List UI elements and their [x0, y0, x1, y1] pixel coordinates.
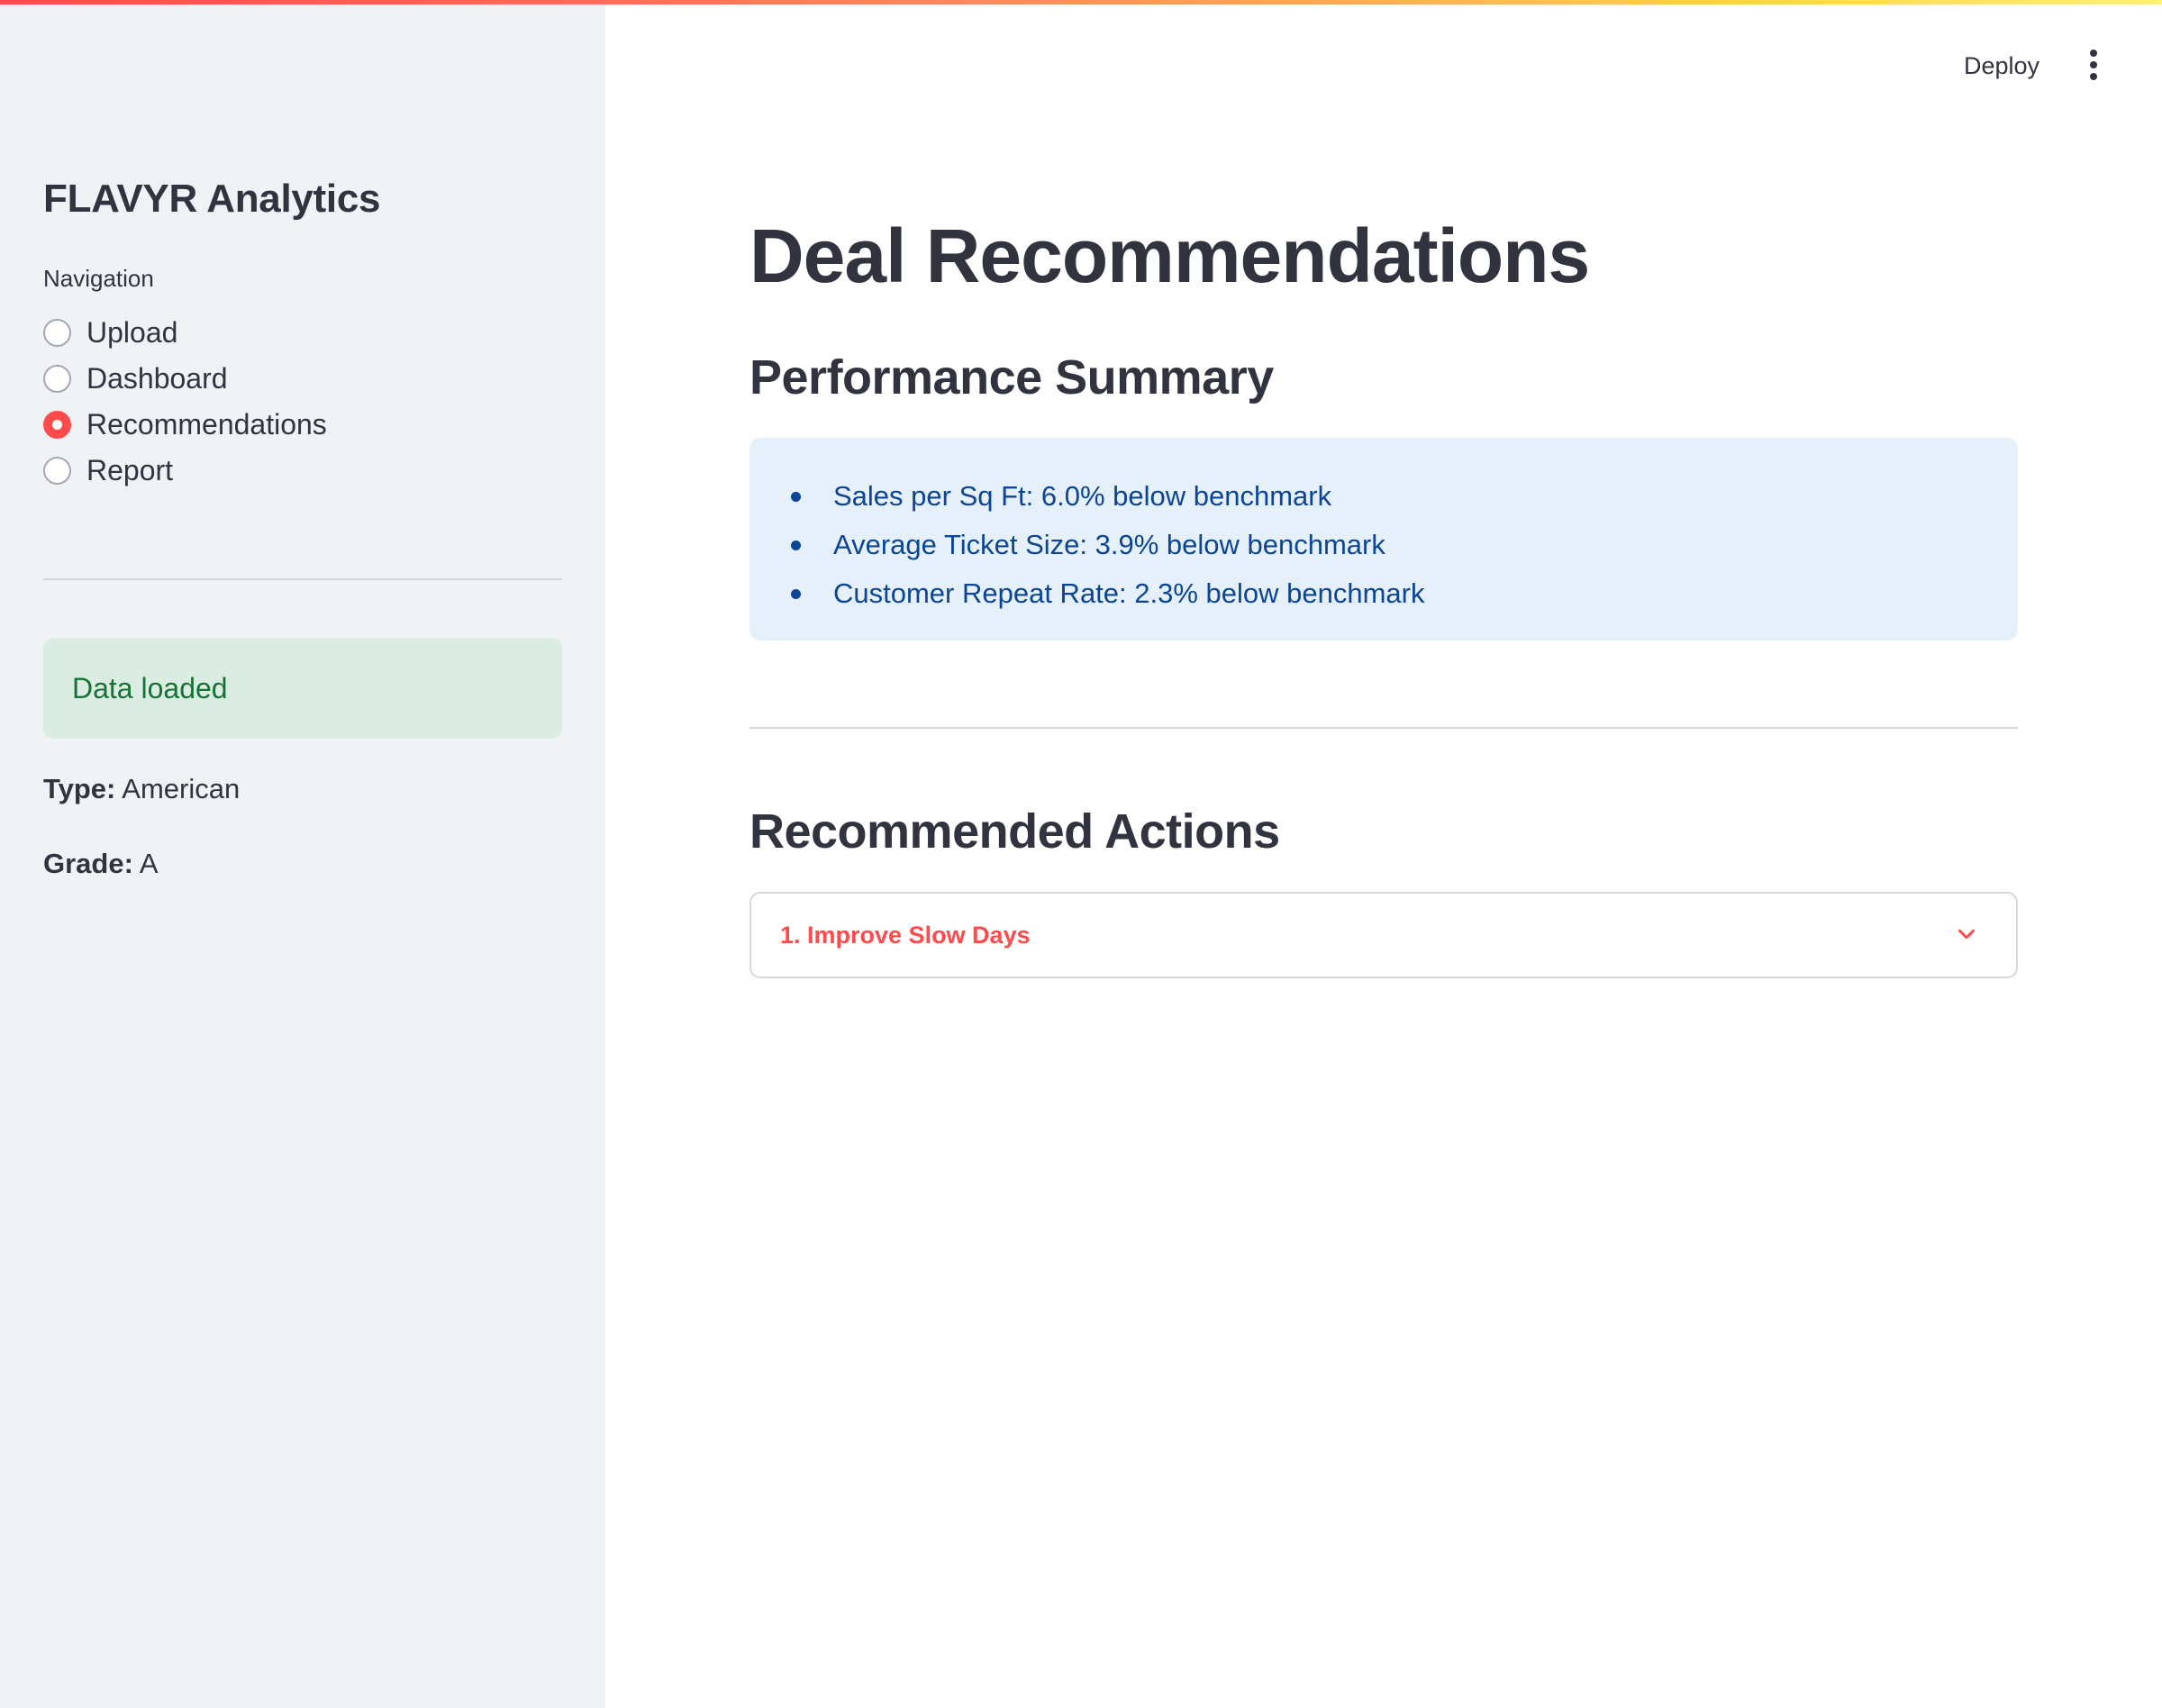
navigation-label: Navigation: [43, 265, 154, 292]
nav-item-label: Recommendations: [86, 408, 327, 441]
restaurant-type: Type: American: [43, 773, 240, 805]
grade-value: A: [139, 848, 159, 879]
performance-summary-heading: Performance Summary: [749, 350, 1274, 404]
recommended-actions-heading: Recommended Actions: [749, 804, 1280, 859]
list-item: Customer Repeat Rate: 2.3% below benchma…: [791, 569, 2018, 618]
bullet-icon: [791, 588, 801, 599]
list-item-text: Sales per Sq Ft: 6.0% below benchmark: [833, 480, 1332, 512]
list-item-text: Average Ticket Size: 3.9% below benchmar…: [833, 529, 1385, 560]
nav-item-dashboard[interactable]: Dashboard: [43, 356, 327, 402]
sidebar: FLAVYR Analytics Navigation Upload Dashb…: [0, 0, 605, 1708]
nav-item-label: Dashboard: [86, 362, 228, 395]
more-vertical-icon[interactable]: [2077, 47, 2110, 83]
nav-item-report[interactable]: Report: [43, 448, 327, 494]
data-loaded-alert: Data loaded: [43, 638, 562, 739]
type-value: American: [122, 773, 241, 804]
radio-button-icon[interactable]: [43, 319, 71, 347]
navigation-radio-group: Upload Dashboard Recommendations Report: [43, 310, 327, 494]
expander-label: 1. Improve Slow Days: [780, 921, 1031, 949]
radio-button-icon[interactable]: [43, 365, 71, 393]
chevron-down-icon[interactable]: [1953, 921, 1980, 948]
nav-item-recommendations[interactable]: Recommendations: [43, 402, 327, 448]
sidebar-divider: [43, 578, 562, 580]
page-title: Deal Recommendations: [749, 214, 1590, 298]
grade-label: Grade:: [43, 848, 133, 879]
restaurant-grade: Grade: A: [43, 848, 159, 880]
alert-text: Data loaded: [72, 671, 228, 704]
bullet-icon: [791, 540, 801, 550]
nav-item-label: Upload: [86, 316, 178, 349]
radio-button-icon[interactable]: [43, 457, 71, 485]
list-item: Sales per Sq Ft: 6.0% below benchmark: [791, 472, 2018, 521]
type-label: Type:: [43, 773, 116, 804]
top-decoration-bar: [0, 0, 2162, 5]
nav-item-label: Report: [86, 454, 174, 486]
bullet-icon: [791, 491, 801, 502]
deploy-button[interactable]: Deploy: [1953, 45, 2050, 86]
list-item-text: Customer Repeat Rate: 2.3% below benchma…: [833, 577, 1425, 609]
action-expander-improve-slow-days[interactable]: 1. Improve Slow Days: [749, 892, 2018, 978]
section-divider: [749, 727, 2018, 729]
list-item: Average Ticket Size: 3.9% below benchmar…: [791, 521, 2018, 569]
radio-button-selected-icon[interactable]: [43, 411, 71, 439]
app-title: FLAVYR Analytics: [43, 177, 381, 221]
performance-summary-box: Sales per Sq Ft: 6.0% below benchmark Av…: [749, 438, 2018, 640]
nav-item-upload[interactable]: Upload: [43, 310, 327, 356]
